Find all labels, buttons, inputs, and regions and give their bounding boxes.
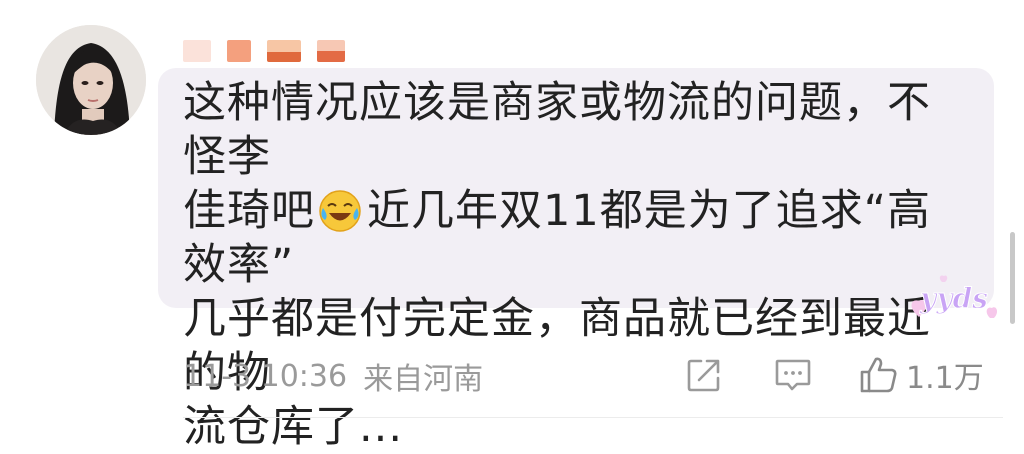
user-avatar[interactable]	[36, 25, 146, 135]
comment-icon	[775, 359, 811, 391]
username-redacted[interactable]	[183, 38, 345, 64]
yyds-sticker-text: yyds	[919, 282, 988, 315]
username-block	[227, 40, 251, 62]
username-block	[183, 40, 211, 62]
avatar-image	[36, 25, 146, 135]
username-block	[317, 40, 345, 62]
comment-timestamp: 11-3 10:36	[183, 358, 348, 394]
divider	[183, 417, 1003, 418]
scrollbar[interactable]	[1010, 232, 1015, 324]
like-count: 1.1万	[906, 361, 984, 396]
like-button[interactable]: 1.1万	[858, 352, 984, 398]
comment-meta: 11-3 10:36 来自河南	[183, 354, 483, 398]
comment-line-1: 这种情况应该是商家或物流的问题，不怪李	[183, 78, 931, 182]
username-block	[267, 40, 301, 62]
yyds-sticker: yyds	[911, 275, 998, 318]
laughing-crying-emoji-icon	[319, 190, 361, 232]
comment-line-4: 流仓库了...	[183, 402, 404, 452]
share-icon	[687, 359, 720, 392]
share-button[interactable]	[685, 352, 723, 398]
comment-location: 来自河南	[363, 362, 484, 397]
comment-button[interactable]	[773, 352, 813, 398]
comment-line-2-part-1: 佳琦吧	[183, 186, 315, 236]
thumbs-up-icon	[860, 357, 897, 393]
